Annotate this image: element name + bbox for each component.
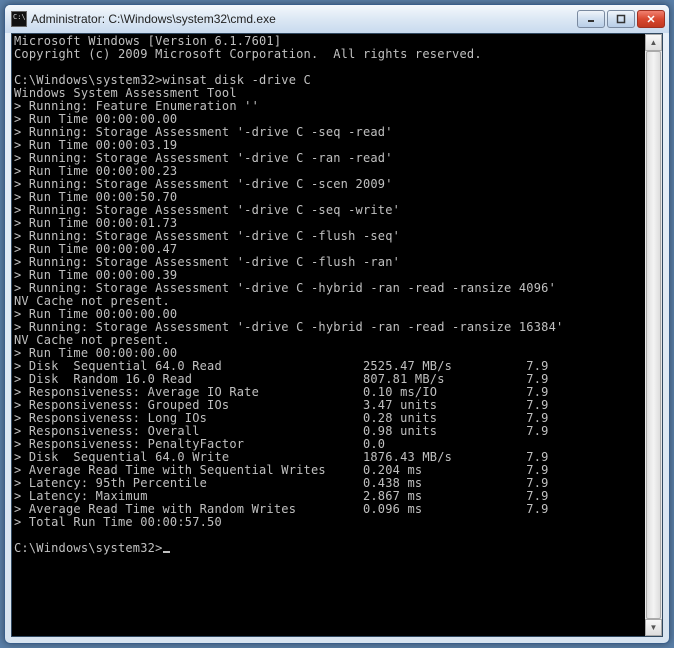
cmd-window: Administrator: C:\Windows\system32\cmd.e… bbox=[4, 4, 670, 644]
scroll-track[interactable] bbox=[645, 51, 662, 619]
window-controls bbox=[577, 10, 665, 28]
scroll-thumb[interactable] bbox=[646, 51, 661, 619]
scroll-up-button[interactable]: ▲ bbox=[645, 34, 662, 51]
minimize-button[interactable] bbox=[577, 10, 605, 28]
minimize-icon bbox=[586, 14, 596, 24]
maximize-icon bbox=[616, 14, 626, 24]
terminal-output[interactable]: Microsoft Windows [Version 6.1.7601] Cop… bbox=[12, 34, 662, 556]
titlebar[interactable]: Administrator: C:\Windows\system32\cmd.e… bbox=[5, 5, 669, 33]
close-icon bbox=[646, 14, 656, 24]
client-area: Microsoft Windows [Version 6.1.7601] Cop… bbox=[11, 33, 663, 637]
maximize-button[interactable] bbox=[607, 10, 635, 28]
scroll-down-button[interactable]: ▼ bbox=[645, 619, 662, 636]
vertical-scrollbar[interactable]: ▲ ▼ bbox=[645, 34, 662, 636]
cursor bbox=[163, 551, 170, 553]
cmd-icon bbox=[11, 11, 27, 27]
window-title: Administrator: C:\Windows\system32\cmd.e… bbox=[31, 12, 577, 26]
close-button[interactable] bbox=[637, 10, 665, 28]
